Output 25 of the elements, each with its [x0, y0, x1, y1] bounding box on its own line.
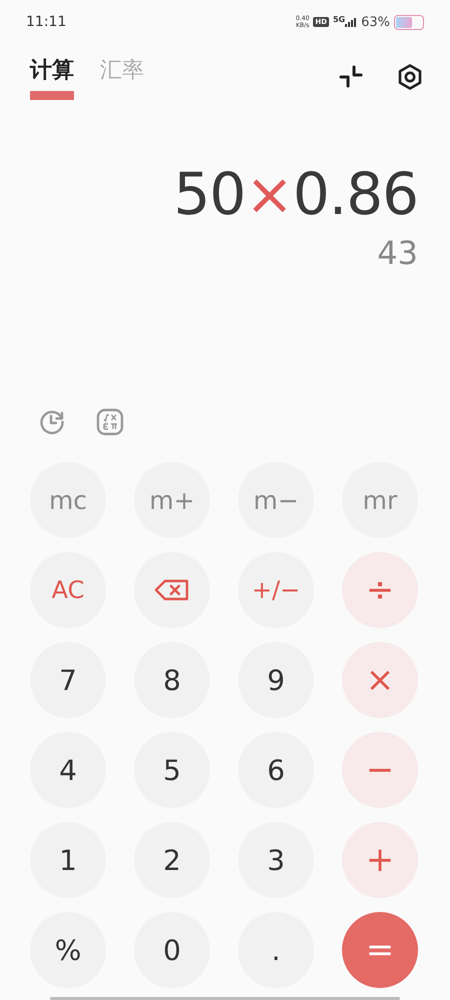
digit-key[interactable]: 7: [30, 642, 106, 718]
digit-key[interactable]: .: [238, 912, 314, 988]
digit-key[interactable]: 2: [134, 822, 210, 898]
settings-icon[interactable]: [396, 63, 424, 91]
tab[interactable]: 计算: [30, 54, 74, 100]
digit-key[interactable]: 1: [30, 822, 106, 898]
result: 43: [377, 234, 418, 272]
history-icon[interactable]: [38, 408, 66, 436]
digit-key[interactable]: 0: [134, 912, 210, 988]
digit-key[interactable]: 8: [134, 642, 210, 718]
digit-key[interactable]: 5: [134, 732, 210, 808]
digit-key[interactable]: 6: [238, 732, 314, 808]
digit-key[interactable]: 4: [30, 732, 106, 808]
digit-key[interactable]: 3: [238, 822, 314, 898]
expression: 50×0.86: [173, 160, 418, 228]
network-type: 5G: [332, 14, 346, 24]
signal-icon: [345, 18, 358, 26]
backspace-icon: [154, 578, 190, 602]
digit-key[interactable]: %: [30, 912, 106, 988]
battery-percent: 63%: [361, 14, 390, 30]
digit-key[interactable]: 9: [238, 642, 314, 718]
scientific-icon[interactable]: [96, 408, 124, 436]
collapse-icon[interactable]: [338, 64, 364, 90]
status-time: 11:11: [26, 14, 66, 30]
battery-icon: [394, 14, 424, 30]
